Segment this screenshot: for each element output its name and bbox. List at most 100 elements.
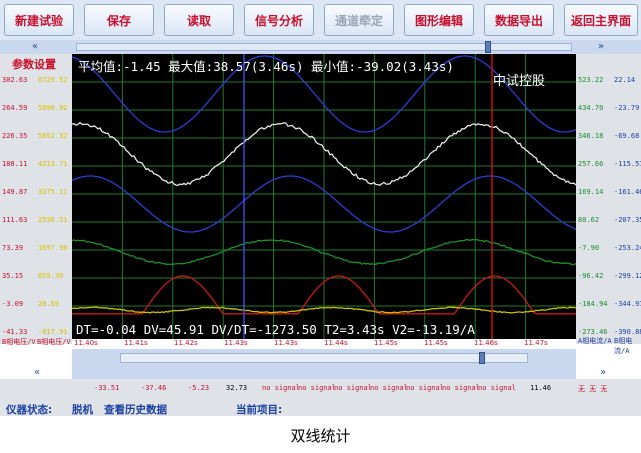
reading-value: no signal <box>370 384 408 392</box>
signal-analysis-button[interactable]: 信号分析 <box>244 4 314 36</box>
right-scale-a-label: -184.94 <box>578 300 608 308</box>
lower-scroll-bar: « » <box>72 367 576 379</box>
left-scale-a-label: 188.11 <box>2 160 27 168</box>
parameter-settings-button[interactable]: 参数设置 <box>2 56 70 72</box>
right-scale-b-label: -23.79 <box>614 104 639 112</box>
right-scale-b-label: -299.12 <box>614 272 641 280</box>
view-history-link[interactable]: 查看历史数据 <box>104 402 167 417</box>
left-scale-b-label: 4213.71 <box>38 160 68 168</box>
right-scale-b-label: -115.57 <box>614 160 641 168</box>
left-scale-b-label: 5052.32 <box>38 132 68 140</box>
right-scale-b-label: -253.24 <box>614 244 641 252</box>
status-bar: 仪器状态: 脱机 查看历史数据 当前项目: <box>0 400 641 416</box>
new-test-button[interactable]: 新建试验 <box>4 4 74 36</box>
right-scale-b-label: -207.35 <box>614 216 641 224</box>
toolbar: 新建试验 保存 读取 信号分析 通道牵定 图形编辑 数据导出 返回主界面 <box>0 0 641 40</box>
chevron-left-icon[interactable]: « <box>34 367 40 379</box>
left-axis-label-a: B相电压/V <box>2 337 36 347</box>
figure-caption: 双线统计 <box>0 425 641 446</box>
data-export-button[interactable]: 数据导出 <box>484 4 554 36</box>
left-scale-b-label: -817.91 <box>38 328 68 336</box>
chevron-right-icon[interactable]: » <box>600 367 606 379</box>
bottom-scroll-track[interactable] <box>120 353 528 363</box>
time-tick-label: 11.41s <box>124 339 148 347</box>
left-scale-b-label: 1697.90 <box>38 244 68 252</box>
left-scale-a-label: 35.15 <box>2 272 23 280</box>
statistics-line: 平均值:-1.45 最大值:38.57(3.46s) 最小值:-39.02(3.… <box>78 56 454 75</box>
left-scale-b-label: 20.69 <box>38 300 59 308</box>
left-scale-b-label: 5890.92 <box>38 104 68 112</box>
right-scale-a-label: 346.18 <box>578 132 603 140</box>
current-project-label: 当前项目: <box>236 402 282 417</box>
right-scale-a-label: 523.22 <box>578 76 603 84</box>
reading-value: 32.73 <box>226 384 247 392</box>
time-tick-label: 11.45s <box>424 339 448 347</box>
time-tick-label: 11.45s <box>374 339 398 347</box>
top-scroll-bar: « » <box>0 40 641 54</box>
left-scale-b-label: 3375.11 <box>38 188 68 196</box>
top-scroll-track[interactable] <box>76 43 572 51</box>
left-scale-a-label: -41.33 <box>2 328 27 336</box>
reading-value: no signal <box>334 384 372 392</box>
watermark-text: 中试控股 <box>493 70 545 89</box>
save-button[interactable]: 保存 <box>84 4 154 36</box>
right-scale-b-label: -344.97 <box>614 300 641 308</box>
top-scroll-thumb[interactable] <box>485 41 491 53</box>
waveform-canvas <box>72 54 576 339</box>
right-axis-label-a: A相电流/A <box>578 336 612 346</box>
reading-value: no signal <box>442 384 480 392</box>
right-scale-b-label: 22.14 <box>614 76 635 84</box>
chevron-left-icon[interactable]: « <box>32 41 38 53</box>
left-axis-label-b: B相电压/V <box>37 337 71 347</box>
device-status-value: 脱机 <box>72 402 93 417</box>
left-scales: 302.63 264.59 226.35 188.11 149.87 111.6… <box>0 74 72 344</box>
time-tick-label: 11.44s <box>324 339 348 347</box>
reading-value: no signal <box>478 384 516 392</box>
time-tick-label: 11.40s <box>74 339 98 347</box>
graph-edit-button[interactable]: 图形编辑 <box>404 4 474 36</box>
right-scale-b-label: -161.46 <box>614 188 641 196</box>
reading-value: 无 无 无 <box>578 384 607 394</box>
time-tick-label: 11.43s <box>274 339 298 347</box>
time-tick-label: 11.47s <box>524 339 548 347</box>
right-scales: 523.22 434.70 346.18 257.66 169.14 80.62… <box>576 74 641 344</box>
right-axis-label-b: B相电流/A <box>614 336 641 356</box>
left-scale-a-label: -3.09 <box>2 300 23 308</box>
left-scale-a-label: 149.87 <box>2 188 27 196</box>
reading-value: no signal <box>406 384 444 392</box>
right-scale-b-label: -390.88 <box>614 328 641 336</box>
time-tick-label: 11.42s <box>174 339 198 347</box>
left-scale-a-label: 302.63 <box>2 76 27 84</box>
bottom-scroll-thumb[interactable] <box>479 352 485 364</box>
waveform-plot[interactable]: 平均值:-1.45 最大值:38.57(3.46s) 最小值:-39.02(3.… <box>72 54 576 339</box>
left-scale-panel: 参数设置 302.63 264.59 226.35 188.11 149.87 … <box>0 54 72 344</box>
channel-lock-button[interactable]: 通道牵定 <box>324 4 394 36</box>
reading-value: -5.23 <box>188 384 209 392</box>
return-main-button[interactable]: 返回主界面 <box>564 4 638 36</box>
right-scale-a-label: 434.70 <box>578 104 603 112</box>
left-scale-b-label: 6729.52 <box>38 76 68 84</box>
reading-value: no signal <box>262 384 300 392</box>
left-scale-a-label: 226.35 <box>2 132 27 140</box>
right-scale-b-label: -69.68 <box>614 132 639 140</box>
reading-value: no signal <box>298 384 336 392</box>
time-tick-label: 11.43s <box>224 339 248 347</box>
device-status-label: 仪器状态: <box>6 402 52 417</box>
chevron-right-icon[interactable]: » <box>598 41 604 53</box>
right-scale-panel: 523.22 434.70 346.18 257.66 169.14 80.62… <box>576 54 641 344</box>
right-scale-a-label: -96.42 <box>578 272 603 280</box>
left-scale-a-label: 73.39 <box>2 244 23 252</box>
load-button[interactable]: 读取 <box>164 4 234 36</box>
left-scale-b-label: 859.30 <box>38 272 63 280</box>
reading-value: -33.51 <box>94 384 119 392</box>
bottom-scroll-bar <box>72 349 576 367</box>
reading-value: 11.46 <box>530 384 551 392</box>
cursor-readout: DT=-0.04 DV=45.91 DV/DT=-1273.50 T2=3.43… <box>76 322 475 337</box>
reading-value: -37.46 <box>141 384 166 392</box>
left-scale-a-label: 264.59 <box>2 104 27 112</box>
channel-readings: -33.51 -37.46 -5.23 32.73 no signal no s… <box>0 379 641 400</box>
right-scale-a-label: 169.14 <box>578 188 603 196</box>
left-scale-b-label: 2536.51 <box>38 216 68 224</box>
time-axis: 11.40s 11.41s 11.42s 11.43s 11.43s 11.44… <box>72 339 576 349</box>
app-window: 新建试验 保存 读取 信号分析 通道牵定 图形编辑 数据导出 返回主界面 « »… <box>0 0 641 453</box>
